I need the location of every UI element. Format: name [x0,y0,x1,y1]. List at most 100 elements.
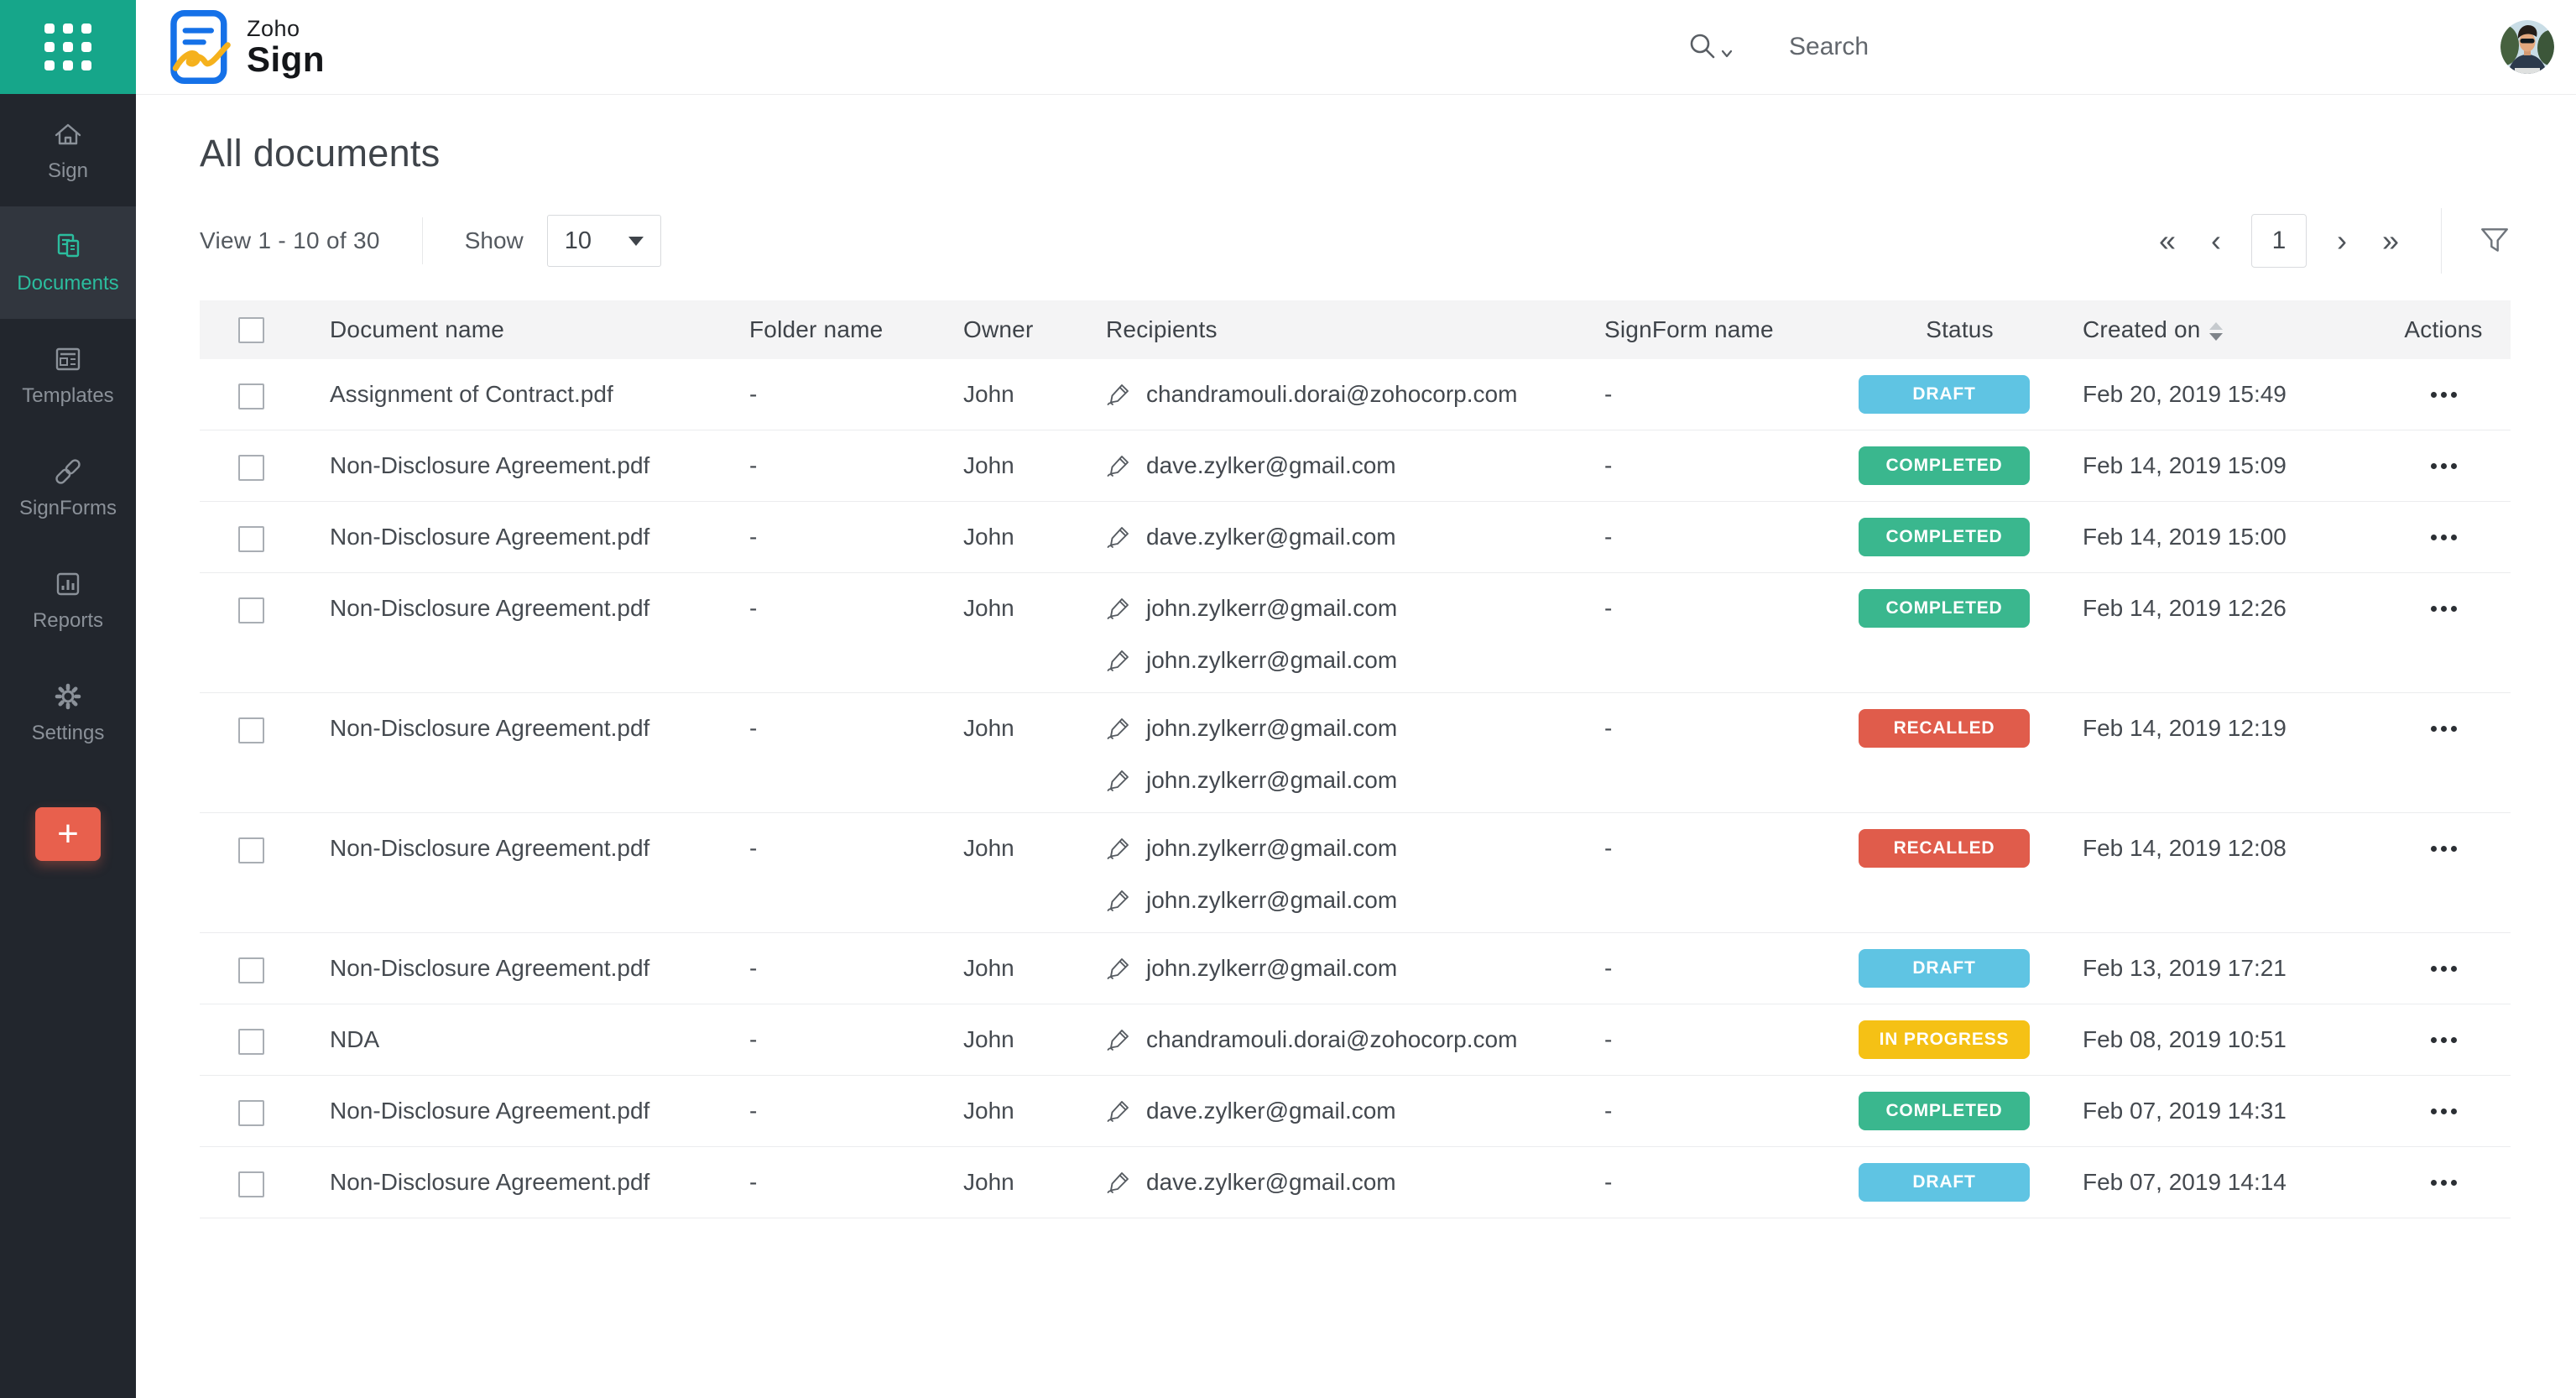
signature-pen-icon [1106,1098,1131,1124]
sidebar-item-signforms[interactable]: SignForms [0,431,136,544]
document-name[interactable]: Non-Disclosure Agreement.pdf [330,502,749,572]
created-on: Feb 14, 2019 15:00 [2064,502,2376,572]
status-badge: COMPLETED [1859,518,2030,556]
table-row[interactable]: Non-Disclosure Agreement.pdf - John john… [200,813,2511,933]
document-name[interactable]: Assignment of Contract.pdf [330,359,749,430]
page-title: All documents [200,132,2511,175]
created-on: Feb 13, 2019 17:21 [2064,933,2376,1004]
row-actions-button[interactable] [2431,1076,2457,1146]
table-row[interactable]: NDA - John chandramouli.dorai@zohocorp.c… [200,1004,2511,1076]
table-row[interactable]: Non-Disclosure Agreement.pdf - John dave… [200,430,2511,502]
create-document-button[interactable]: + [35,807,101,861]
row-checkbox[interactable] [238,597,264,623]
table-row[interactable]: Assignment of Contract.pdf - John chandr… [200,359,2511,430]
row-actions-button[interactable] [2431,693,2457,764]
recipient-email: dave.zylker@gmail.com [1146,524,1396,550]
row-checkbox[interactable] [238,1029,264,1055]
row-actions-button[interactable] [2431,813,2457,884]
signature-pen-icon [1106,596,1131,621]
last-page-button[interactable]: » [2377,226,2404,256]
document-name[interactable]: Non-Disclosure Agreement.pdf [330,1147,749,1218]
sort-arrows-icon [2209,322,2223,341]
top-bar: Zoho Sign [136,0,2576,95]
row-checkbox[interactable] [238,455,264,481]
table-row[interactable]: Non-Disclosure Agreement.pdf - John dave… [200,502,2511,573]
document-name[interactable]: Non-Disclosure Agreement.pdf [330,573,749,692]
signform-name: - [1604,1004,1855,1075]
row-checkbox[interactable] [238,1100,264,1126]
created-on: Feb 07, 2019 14:14 [2064,1147,2376,1218]
row-actions-button[interactable] [2431,1147,2457,1218]
list-toolbar: View 1 - 10 of 30 Show 10 « ‹ 1 › » [200,214,2511,268]
row-actions-button[interactable] [2431,359,2457,430]
signature-pen-icon [1106,956,1131,981]
next-page-button[interactable]: › [2332,226,2352,256]
column-header-folder-name: Folder name [749,316,963,343]
page-size-select[interactable]: 10 [547,215,661,267]
prev-page-button[interactable]: ‹ [2206,226,2226,256]
column-header-signform-name: SignForm name [1604,316,1855,343]
row-checkbox[interactable] [238,957,264,983]
column-header-created-on[interactable]: Created on [2064,316,2376,343]
recipients: john.zylkerr@gmail.com john.zylkerr@gmai… [1106,813,1604,932]
recipients: john.zylkerr@gmail.com [1106,933,1604,1004]
app-launcher-button[interactable] [0,0,136,94]
table-row[interactable]: Non-Disclosure Agreement.pdf - John john… [200,933,2511,1004]
signature-pen-icon [1106,768,1131,793]
sidebar-item-documents[interactable]: Documents [0,206,136,319]
recipient-email: john.zylkerr@gmail.com [1146,887,1397,914]
document-name[interactable]: Non-Disclosure Agreement.pdf [330,1076,749,1146]
document-name[interactable]: Non-Disclosure Agreement.pdf [330,430,749,501]
document-name[interactable]: NDA [330,1004,749,1075]
toolbar-divider [422,217,423,264]
search-input[interactable] [1787,32,2328,62]
sidebar-item-settings[interactable]: Settings [0,656,136,769]
recipients: john.zylkerr@gmail.com john.zylkerr@gmai… [1106,693,1604,812]
row-actions-button[interactable] [2431,502,2457,572]
row-actions-button[interactable] [2431,430,2457,501]
row-actions-button[interactable] [2431,573,2457,644]
link-icon [50,455,86,488]
document-name[interactable]: Non-Disclosure Agreement.pdf [330,813,749,932]
row-checkbox[interactable] [238,1171,264,1197]
select-all-checkbox[interactable] [238,317,264,343]
search-scope-button[interactable] [1688,32,1734,62]
app-launcher-grid-icon [44,23,91,70]
row-checkbox[interactable] [238,383,264,409]
row-checkbox[interactable] [238,717,264,743]
zoho-sign-logo[interactable]: Zoho Sign [168,8,325,86]
filter-button[interactable] [2479,225,2511,257]
folder-name: - [749,1076,963,1146]
signature-pen-icon [1106,888,1131,913]
view-range-text: View 1 - 10 of 30 [200,227,380,254]
sidebar: Sign Documents Templates [0,94,136,1398]
current-page-box[interactable]: 1 [2251,214,2307,268]
document-name[interactable]: Non-Disclosure Agreement.pdf [330,933,749,1004]
table-row[interactable]: Non-Disclosure Agreement.pdf - John john… [200,693,2511,813]
folder-name: - [749,933,963,1004]
row-actions-button[interactable] [2431,1004,2457,1075]
sidebar-item-reports[interactable]: Reports [0,544,136,656]
folder-name: - [749,573,963,692]
avatar-image [2500,20,2554,74]
first-page-button[interactable]: « [2154,226,2181,256]
row-checkbox[interactable] [238,526,264,552]
reports-icon [50,567,86,601]
sidebar-item-templates[interactable]: Templates [0,319,136,431]
templates-icon [50,342,86,376]
document-name[interactable]: Non-Disclosure Agreement.pdf [330,693,749,812]
table-row[interactable]: Non-Disclosure Agreement.pdf - John dave… [200,1147,2511,1218]
table-row[interactable]: Non-Disclosure Agreement.pdf - John john… [200,573,2511,693]
signform-name: - [1604,359,1855,430]
table-row[interactable]: Non-Disclosure Agreement.pdf - John dave… [200,1076,2511,1147]
row-checkbox[interactable] [238,837,264,863]
user-avatar[interactable] [2500,20,2554,74]
recipients: chandramouli.dorai@zohocorp.com [1106,359,1604,430]
owner: John [963,933,1106,1004]
row-actions-button[interactable] [2431,933,2457,1004]
sidebar-item-label: Templates [22,384,113,408]
sidebar-item-sign[interactable]: Sign [0,94,136,206]
recipient-email: john.zylkerr@gmail.com [1146,647,1397,674]
owner: John [963,359,1106,430]
recipient-email: john.zylkerr@gmail.com [1146,715,1397,742]
